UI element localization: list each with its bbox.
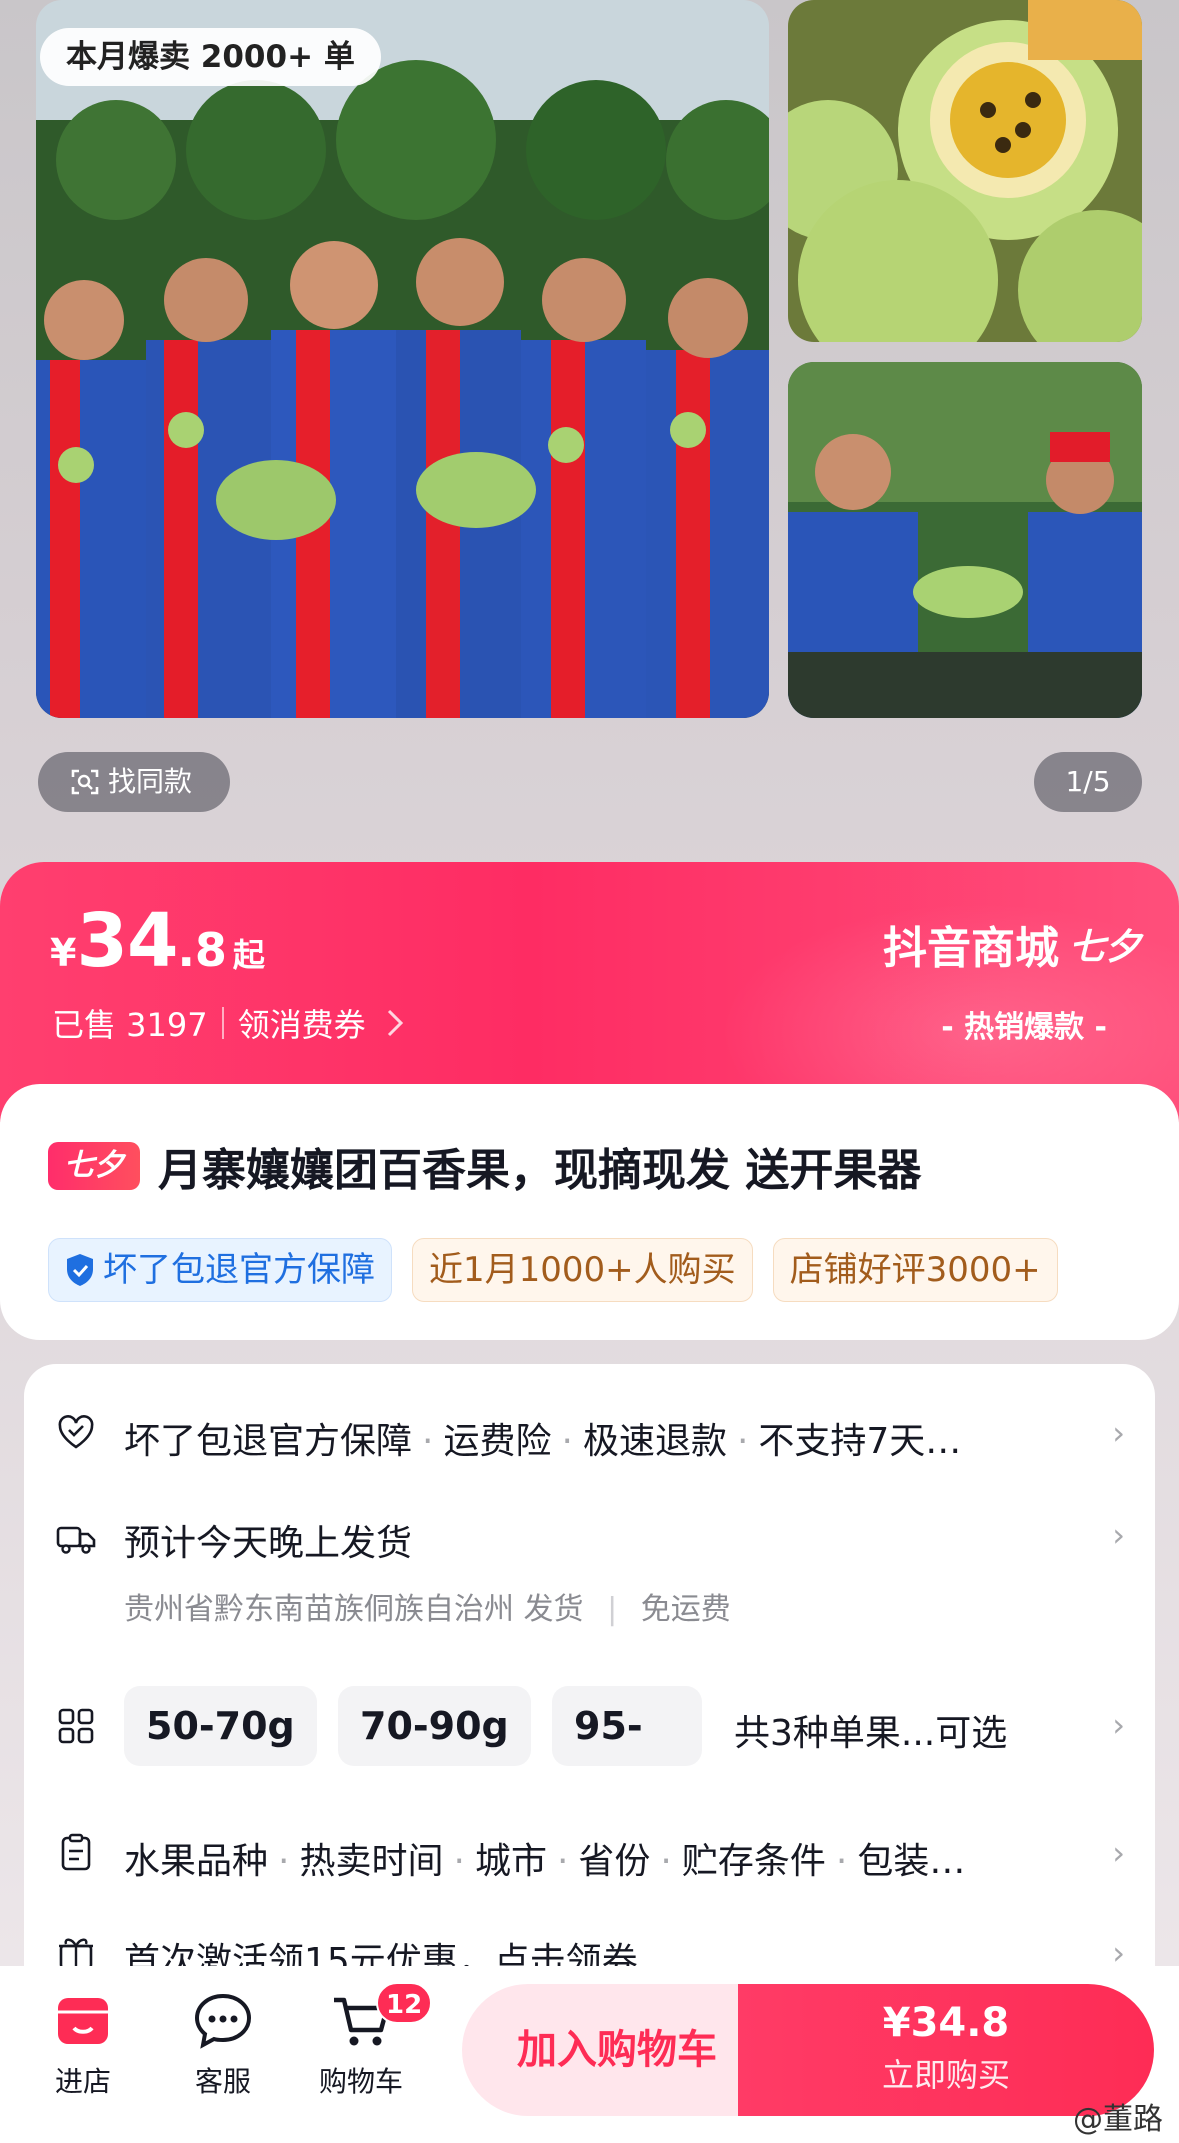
price-integer: 34 — [76, 898, 178, 984]
chevron-right-icon: › — [1112, 1516, 1125, 1554]
product-info-card: 坏了包退官方保障 · 运费险 · 极速退款 · 不支持7天… › 预计今天晚上发货 贵州省黔… — [24, 1364, 1155, 2064]
param-item: 包装… — [857, 1841, 966, 1882]
hot-sale-tag: - 热销爆款 - — [941, 1010, 1107, 1045]
coupon-label: 领消费券 — [237, 1006, 366, 1044]
purchase-count-tag[interactable]: 近1月1000+人购买 — [412, 1238, 753, 1302]
store-button[interactable]: 进店 — [28, 1992, 138, 2100]
price-currency: ¥ — [50, 931, 77, 975]
find-similar-button[interactable]: 找同款 — [38, 752, 230, 812]
shipping-fee: 免运费 — [640, 1592, 731, 1627]
shipping-origin: 贵州省黔东南苗族侗族自治州 发货 — [124, 1592, 584, 1627]
find-similar-label: 找同款 — [108, 765, 193, 798]
bottom-action-bar: 进店 客服 购物车 12 加入购物车 ¥34.8 立即购买 — [0, 1966, 1179, 2143]
cart-count-badge: 12 — [376, 1982, 433, 2024]
truck-icon — [56, 1526, 96, 1554]
sold-count: 已售 3197 — [52, 1006, 208, 1044]
mall-name: 抖音商城 — [882, 923, 1059, 974]
sold-row: 已售 3197 领消费券 — [52, 1000, 404, 1046]
chevron-right-icon: › — [1112, 1706, 1125, 1744]
monthly-sales-badge: 本月爆卖 2000+ 单 — [40, 28, 381, 86]
product-tags: 坏了包退官方保障 近1月1000+人购买 店铺好评3000+ — [48, 1238, 1058, 1302]
chevron-right-icon — [387, 1009, 403, 1037]
shield-check-icon — [67, 1254, 93, 1286]
mall-festival-badge: 七夕 — [1068, 927, 1141, 968]
buy-now-price: ¥34.8 — [882, 2000, 1010, 2046]
spec-row[interactable]: 50-70g 70-90g 95-12 共3种单果...可选 › — [24, 1684, 1155, 1768]
clipboard-icon — [61, 1833, 91, 1871]
scan-icon — [71, 769, 99, 795]
param-items: 水果品种 · 热卖时间 · 城市 · 省份 · 贮存条件 · 包装… — [124, 1841, 966, 1882]
chat-icon — [194, 1993, 252, 2049]
param-item: 城市 — [474, 1841, 547, 1882]
shipping-details: 贵州省黔东南苗族侗族自治州 发货 | 免运费 — [124, 1592, 731, 1627]
grid-icon — [58, 1708, 94, 1744]
passion-fruit-photo[interactable] — [788, 0, 1142, 342]
guarantee-tag[interactable]: 坏了包退官方保障 — [48, 1238, 392, 1302]
price-banner: ¥ 34 .8 起 已售 3197 领消费券 抖音商城 七夕 - 热销爆款 - — [0, 862, 1179, 1122]
spec-chip[interactable]: 50-70g — [124, 1686, 317, 1766]
customer-service-button[interactable]: 客服 — [168, 1992, 278, 2100]
params-row[interactable]: 水果品种 · 热卖时间 · 城市 · 省份 · 贮存条件 · 包装… › — [24, 1824, 1155, 1884]
price: ¥ 34 .8 起 — [50, 898, 265, 984]
store-label: 进店 — [54, 2065, 111, 2098]
param-item: 贮存条件 — [681, 1841, 826, 1882]
param-item: 水果品种 — [124, 1841, 269, 1882]
harvest-photo[interactable] — [788, 362, 1142, 718]
product-title-card: 七夕 月寨孃孃团百香果，现摘现发 送开果器 坏了包退官方保障 近1月1000+人… — [0, 1084, 1179, 1340]
buy-now-label: 立即购买 — [881, 2056, 1010, 2094]
cart-button[interactable]: 购物车 12 — [306, 1982, 433, 2100]
price-decimal: .8 — [177, 923, 227, 977]
add-to-cart-button[interactable]: 加入购物车 — [462, 1984, 772, 2116]
spec-summary: 共3种单果...可选 — [734, 1713, 1008, 1754]
guarantee-item: 运费险 — [443, 1421, 552, 1462]
shipping-row[interactable]: 预计今天晚上发货 贵州省黔东南苗族侗族自治州 发货 | 免运费 › — [24, 1514, 1155, 1644]
page-indicator: 1/5 — [1034, 752, 1142, 812]
image-gallery[interactable]: 本月爆卖 2000+ 单 找同款 1/5 — [0, 0, 1179, 860]
guarantee-tag-label: 坏了包退官方保障 — [103, 1250, 375, 1290]
shipping-title: 预计今天晚上发货 — [124, 1523, 413, 1564]
param-item: 省份 — [578, 1841, 651, 1882]
divider — [221, 1007, 224, 1039]
watermark: @董路 — [1073, 2102, 1163, 2137]
param-item: 热卖时间 — [299, 1841, 444, 1882]
guarantee-item: 极速退款 — [582, 1421, 727, 1462]
spec-chip[interactable]: 95-12 — [552, 1686, 702, 1766]
store-icon — [58, 1998, 108, 2044]
main-product-photo[interactable] — [36, 0, 769, 718]
customer-service-label: 客服 — [194, 2065, 251, 2098]
guarantee-item: 不支持7天… — [758, 1421, 962, 1462]
product-title: 月寨孃孃团百香果，现摘现发 送开果器 — [158, 1145, 922, 1196]
coupon-link[interactable]: 领消费券 — [238, 1000, 404, 1046]
heart-shield-icon — [58, 1415, 94, 1449]
store-rating-tag[interactable]: 店铺好评3000+ — [772, 1238, 1058, 1302]
guarantee-item: 坏了包退官方保障 — [124, 1421, 413, 1462]
price-suffix: 起 — [232, 936, 265, 974]
douyin-mall-logo: 抖音商城 七夕 — [883, 912, 1141, 976]
spec-chip[interactable]: 70-90g — [338, 1686, 531, 1766]
guarantee-items: 坏了包退官方保障 · 运费险 · 极速退款 · 不支持7天… — [124, 1421, 962, 1462]
chevron-right-icon: › — [1112, 1834, 1125, 1872]
cart-label: 购物车 — [318, 2065, 403, 2098]
chevron-right-icon: › — [1112, 1414, 1125, 1452]
festival-badge: 七夕 — [48, 1142, 140, 1190]
guarantee-row[interactable]: 坏了包退官方保障 · 运费险 · 极速退款 · 不支持7天… › — [24, 1404, 1155, 1464]
